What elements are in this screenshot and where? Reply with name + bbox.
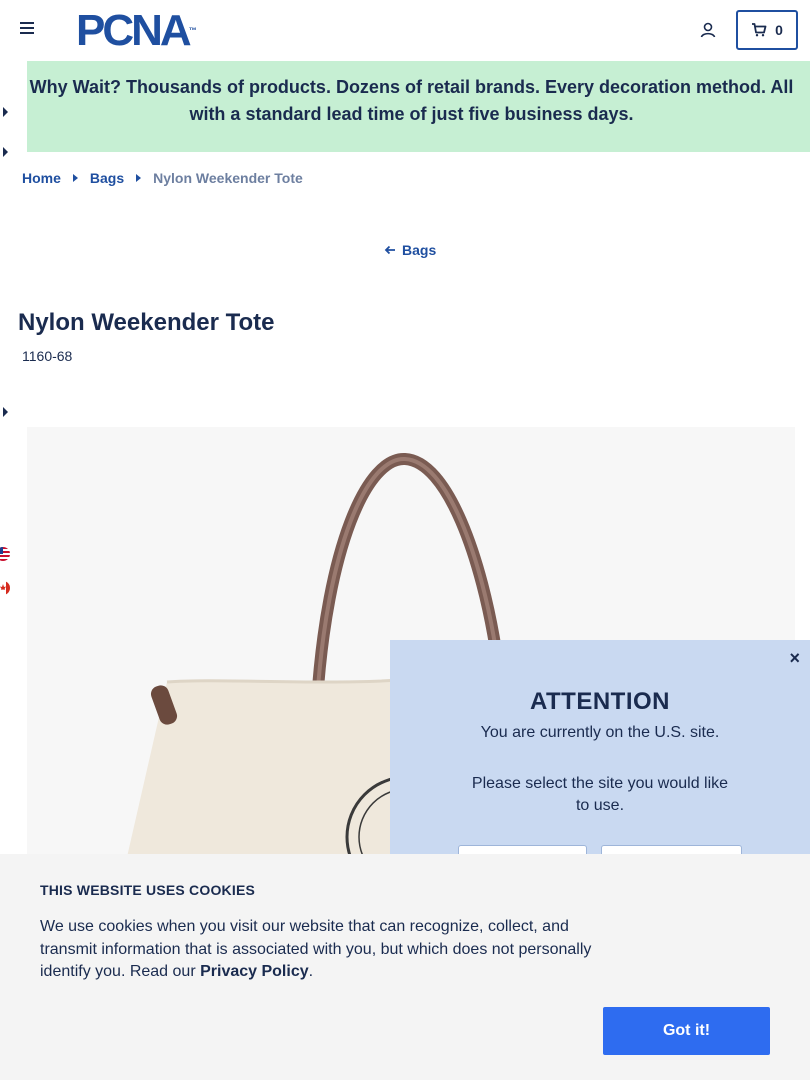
us-flag-icon[interactable] <box>0 547 10 561</box>
hamburger-menu-icon[interactable] <box>20 22 36 38</box>
product-title: Nylon Weekender Tote <box>18 309 275 336</box>
breadcrumb: Home Bags Nylon Weekender Tote <box>22 170 303 186</box>
rail-arrow-icon[interactable] <box>3 407 8 417</box>
privacy-policy-link[interactable]: Privacy Policy <box>200 963 309 980</box>
breadcrumb-home[interactable]: Home <box>22 170 61 186</box>
promo-banner: Why Wait? Thousands of products. Dozens … <box>27 61 810 152</box>
rail-arrow-icon[interactable] <box>3 107 8 117</box>
cart-button[interactable]: 0 <box>736 10 798 50</box>
breadcrumb-bags[interactable]: Bags <box>90 170 124 186</box>
modal-message: You are currently on the U.S. site. <box>480 724 720 741</box>
accept-cookies-button[interactable]: Got it! <box>603 1007 770 1055</box>
breadcrumb-separator-icon <box>72 174 78 182</box>
product-sku: 1160-68 <box>22 348 73 364</box>
cookie-text: We use cookies when you visit our websit… <box>40 918 592 980</box>
cart-count: 0 <box>775 22 783 38</box>
account-icon[interactable] <box>699 21 717 39</box>
site-header: PCNA™ 0 <box>0 0 810 61</box>
modal-prompt: Please select the site you would like to… <box>471 775 729 814</box>
pcna-logo[interactable]: PCNA™ <box>76 9 197 53</box>
cookie-banner: THIS WEBSITE USES COOKIES We use cookies… <box>0 854 810 1080</box>
breadcrumb-separator-icon <box>136 174 142 182</box>
rail-arrow-icon[interactable] <box>3 147 8 157</box>
close-icon[interactable]: × <box>789 648 800 669</box>
back-to-bags-link[interactable]: Bags <box>384 242 436 258</box>
cookie-title: THIS WEBSITE USES COOKIES <box>40 882 256 898</box>
canada-flag-icon[interactable] <box>0 581 10 595</box>
modal-title: ATTENTION <box>529 688 671 715</box>
breadcrumb-current: Nylon Weekender Tote <box>153 170 303 186</box>
site-selection-modal: × ATTENTION You are currently on the U.S… <box>390 640 810 875</box>
cart-icon <box>752 23 767 37</box>
promo-banner-text: Why Wait? Thousands of products. Dozens … <box>29 77 794 124</box>
arrow-left-icon <box>384 245 395 255</box>
